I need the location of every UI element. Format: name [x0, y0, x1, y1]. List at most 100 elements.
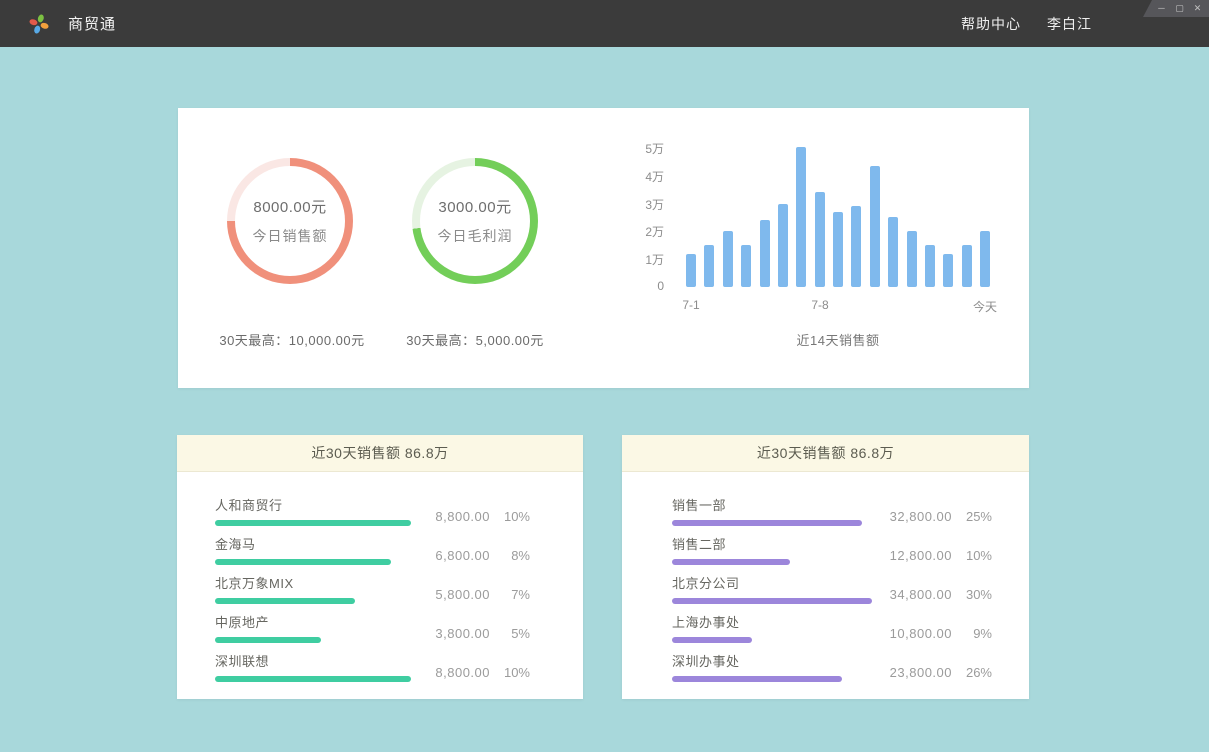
- item-progress-bar: [672, 598, 872, 604]
- chart-bar: [815, 192, 825, 287]
- item-progress-bar: [672, 520, 862, 526]
- list-item: 销售二部 12,800.0010%: [672, 526, 992, 565]
- item-name: 金海马: [215, 537, 391, 553]
- chart-bar: [851, 206, 861, 287]
- chart-bar: [723, 231, 733, 287]
- chart-bar: [888, 217, 898, 287]
- user-name[interactable]: 李白江: [1047, 14, 1092, 34]
- item-progress-bar: [672, 637, 752, 643]
- chart-bar: [796, 147, 806, 287]
- y-tick-label: 4万: [618, 168, 664, 185]
- item-name: 深圳办事处: [672, 654, 842, 670]
- today-profit-donut: 3000.00元 今日毛利润: [412, 158, 538, 284]
- overview-card: 8000.00元 今日销售额 3000.00元 今日毛利润 30天最高：10,0…: [178, 108, 1029, 388]
- chart-bar: [943, 254, 953, 287]
- list-item: 金海马 6,800.008%: [215, 526, 530, 565]
- item-name: 深圳联想: [215, 654, 411, 670]
- chart-bar: [962, 245, 972, 287]
- app-logo-icon: [28, 13, 50, 35]
- item-progress-bar: [215, 598, 355, 604]
- today-sales-value: 8000.00元: [253, 196, 326, 217]
- item-percent: 10%: [490, 509, 530, 524]
- chart-title: 近14天销售额: [686, 330, 990, 349]
- x-tick-label: 7-8: [798, 298, 842, 312]
- today-sales-label: 今日销售额: [253, 226, 328, 246]
- item-percent: 8%: [490, 548, 530, 563]
- item-percent: 7%: [490, 587, 530, 602]
- item-name: 北京分公司: [672, 576, 872, 592]
- titlebar: 商贸通 帮助中心 李白江 ─ ▢ ✕: [0, 0, 1209, 47]
- close-button[interactable]: ✕: [1192, 0, 1203, 17]
- chart-bar: [760, 220, 770, 287]
- chart-x-axis: 7-17-8今天: [686, 298, 990, 314]
- item-name: 销售二部: [672, 537, 790, 553]
- list-item: 人和商贸行 8,800.0010%: [215, 487, 530, 526]
- item-name: 人和商贸行: [215, 498, 411, 514]
- item-percent: 5%: [490, 626, 530, 641]
- item-percent: 26%: [952, 665, 992, 680]
- today-sales-donut: 8000.00元 今日销售额: [227, 158, 353, 284]
- item-progress-bar: [215, 559, 391, 565]
- help-center-link[interactable]: 帮助中心: [961, 14, 1021, 34]
- item-name: 上海办事处: [672, 615, 752, 631]
- app-title: 商贸通: [68, 13, 116, 34]
- chart-bar: [907, 231, 917, 287]
- list-item: 中原地产 3,800.005%: [215, 604, 530, 643]
- chart-bar: [686, 254, 696, 287]
- department-rank-card: 近30天销售额 86.8万 销售一部 32,800.0025% 销售二部 12,800…: [622, 435, 1029, 699]
- item-percent: 10%: [952, 548, 992, 563]
- item-name: 销售一部: [672, 498, 862, 514]
- item-value: 3,800.00: [418, 626, 490, 641]
- maximize-button[interactable]: ▢: [1174, 0, 1185, 17]
- y-tick-label: 0: [618, 279, 664, 293]
- item-value: 32,800.00: [880, 509, 952, 524]
- item-value: 5,800.00: [418, 587, 490, 602]
- item-value: 34,800.00: [880, 587, 952, 602]
- item-name: 北京万象MIX: [215, 576, 355, 592]
- item-value: 8,800.00: [418, 509, 490, 524]
- chart-bar: [833, 212, 843, 287]
- window-controls: ─ ▢ ✕: [1143, 0, 1209, 17]
- item-progress-bar: [672, 559, 790, 565]
- list-item: 北京万象MIX 5,800.007%: [215, 565, 530, 604]
- item-value: 10,800.00: [880, 626, 952, 641]
- y-tick-label: 1万: [618, 251, 664, 268]
- chart-bar: [870, 166, 880, 287]
- item-progress-bar: [215, 520, 411, 526]
- item-percent: 25%: [952, 509, 992, 524]
- chart-bar: [704, 245, 714, 287]
- item-percent: 9%: [952, 626, 992, 641]
- item-progress-bar: [672, 676, 842, 682]
- minimize-button[interactable]: ─: [1156, 0, 1167, 17]
- chart-bar: [741, 245, 751, 287]
- item-value: 12,800.00: [880, 548, 952, 563]
- chart-bar: [778, 204, 788, 287]
- list-item: 北京分公司 34,800.0030%: [672, 565, 992, 604]
- today-profit-value: 3000.00元: [438, 196, 511, 217]
- list-item: 深圳办事处 23,800.0026%: [672, 643, 992, 682]
- sales-14day-bar-chart: [686, 145, 990, 287]
- chart-bar: [980, 231, 990, 287]
- item-percent: 10%: [490, 665, 530, 680]
- customer-rank-title: 近30天销售额 86.8万: [177, 435, 583, 472]
- customer-rank-card: 近30天销售额 86.8万 人和商贸行8,800.0010%金海马6,800.0…: [177, 435, 583, 699]
- list-item: 深圳联想 8,800.0010%: [215, 643, 530, 682]
- chart-bar: [925, 245, 935, 287]
- x-tick-label: 7-1: [669, 298, 713, 312]
- item-name: 中原地产: [215, 615, 321, 631]
- today-profit-label: 今日毛利润: [438, 226, 513, 246]
- list-item: 上海办事处 10,800.009%: [672, 604, 992, 643]
- list-item: 销售一部 32,800.0025%: [672, 487, 992, 526]
- profit-30day-max-caption: 30天最高：5,000.00元: [365, 330, 585, 349]
- item-progress-bar: [215, 637, 321, 643]
- y-tick-label: 3万: [618, 196, 664, 213]
- item-value: 6,800.00: [418, 548, 490, 563]
- item-progress-bar: [215, 676, 411, 682]
- item-percent: 30%: [952, 587, 992, 602]
- department-rank-title: 近30天销售额 86.8万: [622, 435, 1029, 472]
- item-value: 23,800.00: [880, 665, 952, 680]
- item-value: 8,800.00: [418, 665, 490, 680]
- chart-y-axis: 01万2万3万4万5万: [618, 145, 664, 305]
- x-tick-label: 今天: [963, 298, 1007, 315]
- y-tick-label: 5万: [618, 140, 664, 157]
